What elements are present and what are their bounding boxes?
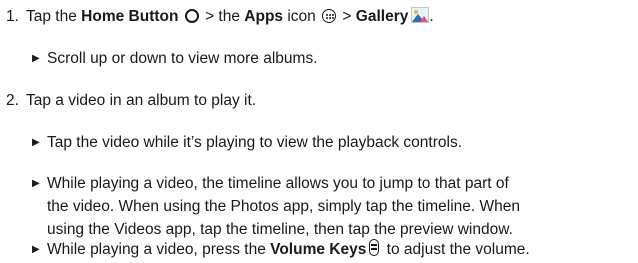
step-2-bullet-2: ▶ While playing a video, the timeline al…	[0, 172, 638, 241]
gallery-icon	[411, 6, 430, 23]
bullet-suffix: to adjust the volume.	[382, 241, 530, 258]
bullet-prefix: While playing a video, press the	[47, 241, 271, 258]
bullet-arrow-icon: ▶	[32, 178, 40, 189]
apps-icon	[322, 8, 337, 23]
step-1-prefix: Tap the	[26, 8, 82, 25]
apps-label: Apps	[244, 8, 284, 25]
step-1-icon-word: icon	[283, 8, 321, 25]
home-button-label: Home Button	[81, 8, 179, 25]
gallery-label: Gallery	[355, 8, 409, 25]
volume-keys-label: Volume Keys	[270, 241, 367, 258]
bullet-arrow-icon: ▶	[32, 244, 40, 255]
bullet-arrow-icon: ▶	[32, 137, 40, 148]
step-2-text: Tap a video in an album to play it.	[26, 92, 257, 109]
step-1-bullet-1: ▶ Scroll up or down to view more albums.	[0, 47, 638, 70]
step-2-bullet-1: ▶ Tap the video while it’s playing to vi…	[0, 131, 638, 154]
step-2-bullet-3: ▶ While playing a video, press the Volum…	[0, 238, 638, 261]
bullet-arrow-icon: ▶	[32, 53, 40, 64]
step-1-separator: > the	[200, 8, 245, 25]
step-1-separator-2: >	[338, 8, 356, 25]
volume-keys-icon	[369, 239, 380, 257]
step-2-number: 2.	[6, 92, 19, 109]
home-button-icon	[184, 8, 199, 23]
step-1: 1. Tap the Home Button > the Apps icon >…	[0, 5, 638, 28]
bullet-text: While playing a video, press the Volume …	[47, 238, 530, 261]
bullet-text: Scroll up or down to view more albums.	[47, 50, 318, 67]
step-1-end: .	[429, 8, 434, 25]
step-1-number: 1.	[6, 8, 19, 25]
bullet-text: Tap the video while it’s playing to view…	[47, 134, 462, 151]
step-1-text: Tap the Home Button > the Apps icon > Ga…	[26, 5, 434, 28]
bullet-text-line-2: the video. When using the Photos app, si…	[47, 198, 521, 215]
bullet-text-line-1: While playing a video, the timeline allo…	[47, 175, 509, 192]
step-2: 2. Tap a video in an album to play it.	[0, 89, 638, 112]
